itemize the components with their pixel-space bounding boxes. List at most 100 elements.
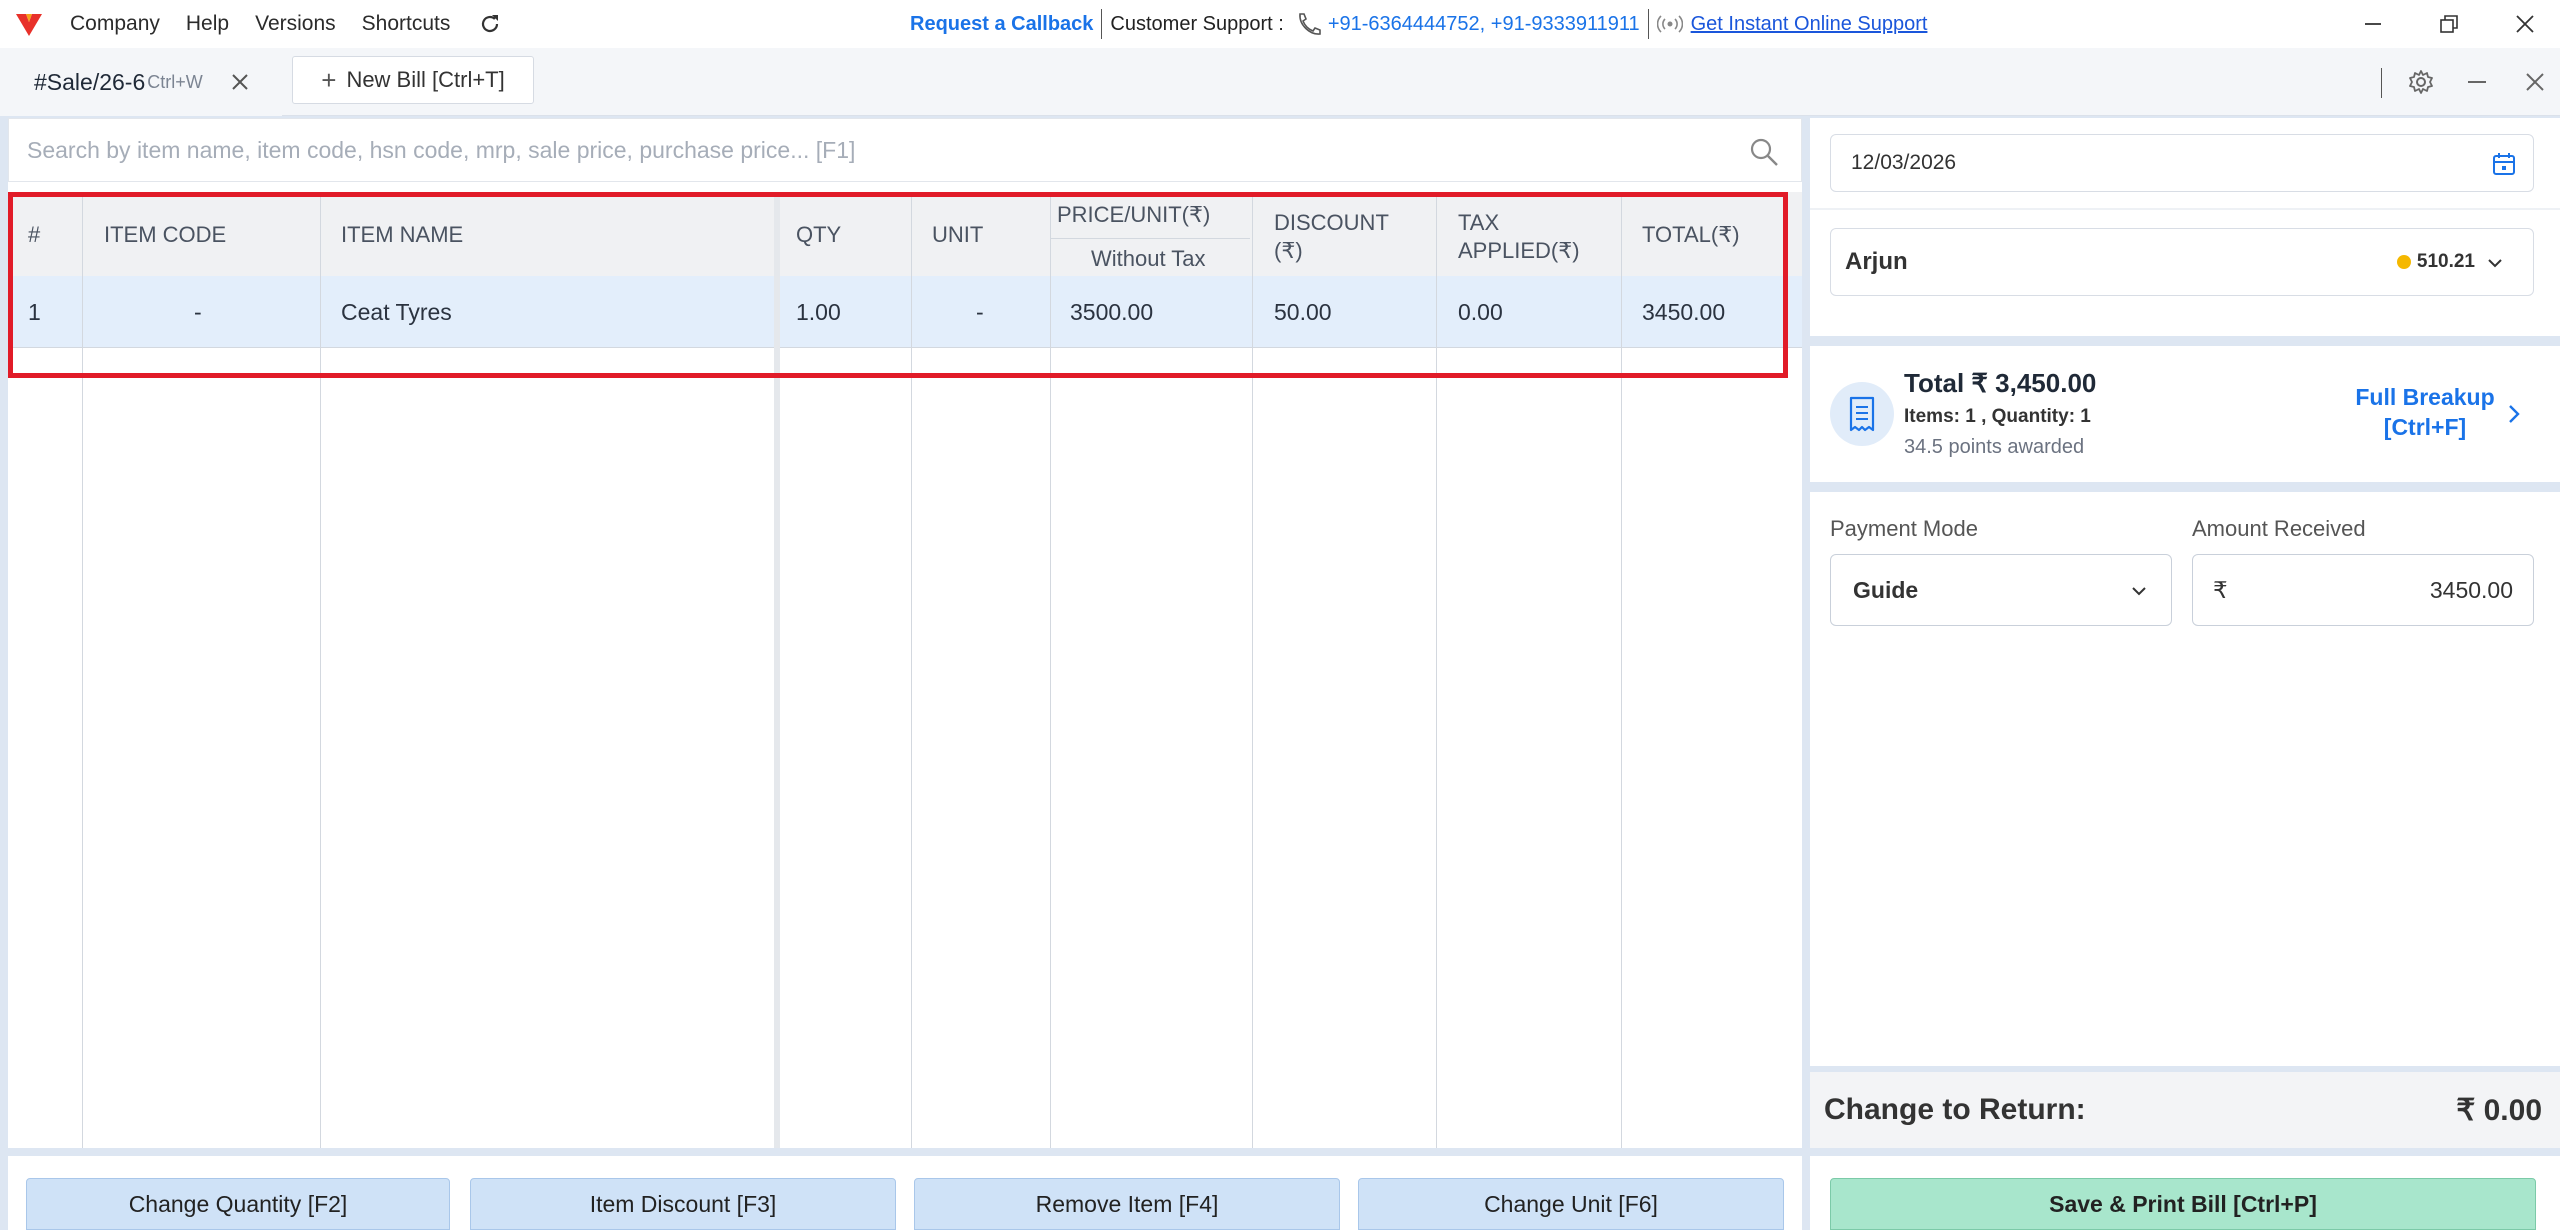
- items-quantity-summary: Items: 1 , Quantity: 1: [1904, 406, 2091, 427]
- new-bill-label: New Bill [Ctrl+T]: [346, 67, 505, 92]
- search-placeholder: Search by item name, item code, hsn code…: [27, 136, 856, 163]
- menu-bar: Company Help Versions Shortcuts: [70, 0, 502, 48]
- settings-button[interactable]: [2396, 48, 2446, 116]
- header-total: TOTAL(₹): [1642, 222, 1740, 247]
- new-bill-button[interactable]: + New Bill [Ctrl+T]: [292, 56, 534, 104]
- cell-total: 3450.00: [1642, 298, 1726, 325]
- tab-shortcut-hint: Ctrl+W: [147, 71, 203, 92]
- change-to-return-value: ₹ 0.00: [2456, 1093, 2542, 1127]
- item-discount-button[interactable]: Item Discount [F3]: [470, 1178, 896, 1230]
- table-row[interactable]: 1 - Ceat Tyres 1.00 - 3500.00 50.00 0.00…: [8, 276, 1802, 348]
- column-divider: [320, 192, 321, 1148]
- chevron-down-icon: [2488, 259, 2502, 268]
- bill-date-field[interactable]: 12/03/2026: [1830, 134, 2534, 192]
- tab-sale-bill[interactable]: #Sale/26-6 Ctrl+W: [0, 48, 282, 116]
- divider: [1647, 9, 1649, 39]
- change-unit-button[interactable]: Change Unit [F6]: [1358, 1178, 1784, 1230]
- bill-items-panel: Search by item name, item code, hsn code…: [8, 118, 1802, 1148]
- header-item-name: ITEM NAME: [341, 222, 464, 247]
- payment-mode-label: Payment Mode: [1830, 516, 1978, 541]
- customer-select[interactable]: Arjun 510.21: [1830, 228, 2534, 296]
- chevron-down-icon: [2132, 587, 2146, 596]
- menu-item-versions[interactable]: Versions: [255, 12, 336, 36]
- online-support-link[interactable]: Get Instant Online Support: [1691, 13, 1928, 36]
- header-tax: TAX: [1458, 210, 1500, 235]
- support-phone-numbers[interactable]: +91-6364444752, +91-9333911911: [1328, 13, 1640, 36]
- save-print-bill-button[interactable]: Save & Print Bill [Ctrl+P]: [1830, 1178, 2536, 1230]
- column-divider: [1252, 192, 1253, 1148]
- payment-mode-select[interactable]: Guide: [1830, 554, 2172, 626]
- header-price-unit: PRICE/UNIT(₹): [1057, 202, 1211, 227]
- amount-received-label: Amount Received: [2192, 516, 2366, 541]
- currency-symbol: ₹: [2213, 577, 2228, 603]
- cell-item-name: Ceat Tyres: [341, 298, 452, 325]
- title-bar: Company Help Versions Shortcuts Request …: [0, 0, 2560, 48]
- payment-card: Payment Mode Amount Received Guide ₹ 345…: [1810, 492, 2560, 1066]
- change-quantity-button[interactable]: Change Quantity [F2]: [26, 1178, 450, 1230]
- cell-price[interactable]: 3500.00: [1070, 276, 1153, 348]
- close-tab-icon[interactable]: [228, 70, 252, 94]
- amount-received-input[interactable]: ₹ 3450.00: [2192, 554, 2534, 626]
- bill-total-card: Total ₹ 3,450.00 Items: 1 , Quantity: 1 …: [1810, 346, 2560, 482]
- refresh-icon[interactable]: [478, 12, 502, 36]
- coin-icon: [2396, 255, 2411, 269]
- cell-item-code: -: [194, 298, 202, 325]
- action-bar: Change Quantity [F2] Item Discount [F3] …: [8, 1156, 1802, 1230]
- menu-item-help[interactable]: Help: [186, 12, 229, 36]
- full-breakup-label: Full Breakup: [2355, 384, 2495, 410]
- points-awarded: 34.5 points awarded: [1904, 436, 2085, 458]
- cell-discount[interactable]: 50.00: [1274, 276, 1332, 348]
- header-item-code: ITEM CODE: [104, 222, 227, 247]
- header-qty: QTY: [796, 222, 842, 247]
- column-divider: [1621, 192, 1622, 1148]
- close-icon: [2526, 73, 2544, 91]
- divider: [1050, 238, 1250, 239]
- change-to-return-label: Change to Return:: [1824, 1093, 2086, 1126]
- receipt-icon: [1830, 382, 1894, 446]
- plus-icon: +: [321, 64, 337, 95]
- chevron-right-icon[interactable]: [2504, 402, 2524, 426]
- restore-window-button[interactable]: [2414, 0, 2484, 48]
- item-search-input[interactable]: Search by item name, item code, hsn code…: [8, 118, 1802, 182]
- bill-date-value: 12/03/2026: [1851, 151, 1957, 174]
- payment-mode-value: Guide: [1853, 576, 1919, 603]
- menu-item-company[interactable]: Company: [70, 12, 160, 36]
- calendar-icon[interactable]: [2491, 151, 2517, 177]
- tab-bar: #Sale/26-6 Ctrl+W + New Bill [Ctrl+T]: [0, 48, 2560, 116]
- column-divider: [82, 192, 83, 1148]
- menu-item-shortcuts[interactable]: Shortcuts: [362, 12, 451, 36]
- header-number: #: [28, 222, 41, 247]
- divider: [2381, 68, 2382, 98]
- bill-total: Total ₹ 3,450.00: [1904, 368, 2097, 398]
- close-window-button[interactable]: [2490, 0, 2560, 48]
- customer-points-value: 510.21: [2416, 251, 2475, 272]
- column-resize-handle[interactable]: [774, 192, 780, 1148]
- customer-name: Arjun: [1845, 248, 1908, 275]
- cell-qty[interactable]: 1.00: [796, 276, 841, 348]
- divider: [1810, 208, 2560, 210]
- minimize-icon: [2365, 23, 2381, 25]
- app-logo-icon: [16, 14, 42, 36]
- phone-icon: [1299, 13, 1321, 35]
- column-divider: [1050, 192, 1051, 1148]
- items-table: # ITEM CODE ITEM NAME QTY UNIT PRICE/UNI…: [8, 192, 1802, 1148]
- divider: [1101, 9, 1103, 39]
- gear-icon: [2409, 70, 2433, 94]
- header-price-without-tax: Without Tax: [1091, 246, 1206, 271]
- header-discount: DISCOUNT: [1274, 210, 1389, 235]
- header-tax-applied: APPLIED(₹): [1458, 238, 1580, 263]
- minimize-bill-button[interactable]: [2452, 48, 2502, 116]
- change-to-return-row: Change to Return: ₹ 0.00: [1810, 1072, 2560, 1148]
- full-breakup-link[interactable]: Full Breakup [Ctrl+F]: [2350, 382, 2500, 442]
- customer-points-badge: 510.21: [2396, 251, 2475, 273]
- search-icon[interactable]: [1749, 137, 1779, 167]
- column-divider: [1436, 192, 1437, 1148]
- cell-unit[interactable]: -: [976, 276, 984, 348]
- table-header: # ITEM CODE ITEM NAME QTY UNIT PRICE/UNI…: [8, 192, 1802, 276]
- close-icon: [2516, 15, 2534, 33]
- request-callback-link[interactable]: Request a Callback: [910, 13, 1093, 36]
- remove-item-button[interactable]: Remove Item [F4]: [914, 1178, 1340, 1230]
- close-bill-button[interactable]: [2510, 48, 2560, 116]
- full-breakup-shortcut: [Ctrl+F]: [2383, 414, 2467, 440]
- minimize-window-button[interactable]: [2338, 0, 2408, 48]
